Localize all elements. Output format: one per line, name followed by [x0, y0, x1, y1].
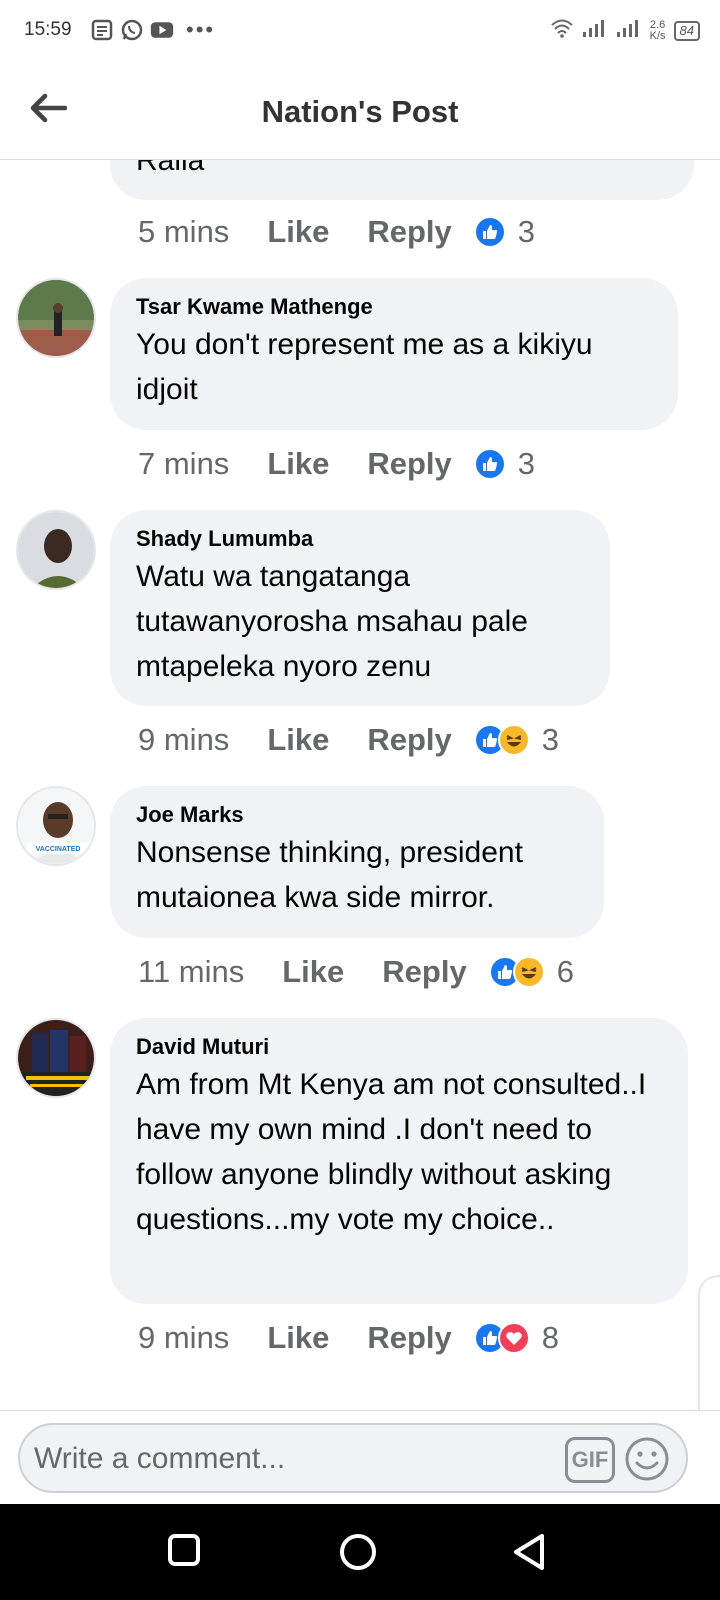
comments-list: Raila 5 mins Like Reply 3 Tsar Kwame Mat…: [0, 160, 720, 1410]
haha-reaction-icon: [512, 956, 545, 988]
comment-time[interactable]: 9 mins: [138, 1320, 229, 1356]
comment-bubble[interactable]: Shady Lumumba Watu wa tangatanga tutawan…: [110, 510, 610, 706]
notes-icon: [90, 18, 114, 42]
triangle-back-icon: [514, 1534, 544, 1570]
reaction-count: 6: [556, 954, 574, 989]
battery-level: 84: [673, 20, 700, 41]
battery-icon: 84: [673, 20, 700, 41]
avatar[interactable]: [16, 510, 96, 590]
avatar[interactable]: [16, 1018, 96, 1098]
status-system-icons: 2.6 K/s 84: [550, 18, 700, 43]
reply-button[interactable]: Reply: [367, 446, 451, 482]
comment-text: Nonsense thinking, president mutaionea k…: [136, 836, 523, 914]
app-header: Nation's Post: [0, 64, 720, 160]
reaction-count: 3: [517, 214, 536, 249]
reaction-count: 8: [541, 1320, 560, 1355]
haha-reaction-icon: [497, 724, 530, 756]
comment-author[interactable]: Tsar Kwame Mathenge: [136, 292, 652, 322]
comment-bubble[interactable]: Joe Marks Nonsense thinking, president m…: [110, 786, 604, 938]
comment-author[interactable]: David Muturi: [136, 1032, 662, 1062]
like-button[interactable]: Like: [267, 446, 329, 482]
comment-time[interactable]: 7 mins: [138, 446, 229, 482]
reaction-icons[interactable]: [473, 724, 530, 756]
reply-button[interactable]: Reply: [367, 722, 451, 758]
comment-text: Raila: [136, 160, 205, 177]
comment-composer: GIF: [18, 1423, 688, 1493]
signal-icon: [582, 18, 608, 43]
comment-text: Watu wa tangatanga tutawanyorosha msahau…: [136, 560, 528, 683]
square-icon: [168, 1534, 200, 1566]
page-title: Nation's Post: [261, 94, 459, 129]
system-navigation-bar: [0, 1504, 720, 1600]
comment-bubble[interactable]: Raila: [110, 160, 694, 200]
reply-button[interactable]: Reply: [367, 214, 451, 250]
comment-bubble[interactable]: Tsar Kwame Mathenge You don't represent …: [110, 278, 678, 430]
whatsapp-icon: [120, 18, 144, 42]
comment-actions: 7 mins Like Reply 3: [138, 444, 535, 484]
comment-actions: 9 mins Like Reply 3: [138, 720, 559, 760]
comment-actions: 9 mins Like Reply 8: [138, 1318, 559, 1358]
reaction-icons[interactable]: [473, 1322, 530, 1354]
comment-time[interactable]: 11 mins: [138, 954, 244, 990]
back-nav-button[interactable]: [510, 1532, 550, 1572]
like-button[interactable]: Like: [267, 1320, 329, 1356]
recents-button[interactable]: [166, 1532, 206, 1572]
vaccinated-badge-text: VACCINATED: [36, 846, 81, 853]
signal-icon: [616, 18, 642, 43]
comment-input[interactable]: [34, 1437, 534, 1481]
like-reaction-icon: [473, 216, 506, 248]
comment-text: You don't represent me as a kikiyu idjoi…: [136, 328, 593, 406]
comment-author[interactable]: Shady Lumumba: [136, 524, 584, 554]
network-speed-unit: K/s: [649, 29, 666, 42]
gif-button[interactable]: GIF: [565, 1437, 615, 1483]
like-button[interactable]: Like: [267, 722, 329, 758]
circle-icon: [340, 1534, 376, 1570]
youtube-icon: [150, 18, 174, 42]
avatar[interactable]: VACCINATED: [16, 786, 96, 866]
home-button[interactable]: [338, 1532, 378, 1572]
comment-text: Am from Mt Kenya am not consulted..I hav…: [136, 1068, 647, 1236]
reaction-count: 3: [517, 446, 536, 481]
like-button[interactable]: Like: [267, 214, 329, 250]
like-reaction-icon: [473, 448, 506, 480]
network-speed: 2.6 K/s: [649, 19, 666, 42]
comment-composer-bar: GIF: [0, 1410, 720, 1504]
status-time: 15:59: [24, 19, 72, 40]
gif-icon: GIF: [571, 1447, 609, 1472]
reaction-count: 3: [541, 722, 560, 757]
emoji-button[interactable]: [623, 1435, 671, 1483]
more-dots-icon: •••: [186, 17, 216, 42]
comment-actions: 5 mins Like Reply 3: [138, 212, 535, 252]
avatar[interactable]: [16, 278, 96, 358]
emoji-icon: [625, 1437, 669, 1481]
comment-time[interactable]: 5 mins: [138, 214, 229, 250]
comment-actions: 11 mins Like Reply 6: [138, 952, 574, 992]
reply-button[interactable]: Reply: [382, 954, 466, 990]
reply-button[interactable]: Reply: [367, 1320, 451, 1356]
comment-author[interactable]: Joe Marks: [136, 800, 578, 830]
status-bar: 15:59 ••• 2.6 K/s 84: [0, 0, 720, 64]
reaction-icons[interactable]: [488, 956, 545, 988]
like-button[interactable]: Like: [282, 954, 344, 990]
comment-bubble[interactable]: David Muturi Am from Mt Kenya am not con…: [110, 1018, 688, 1304]
love-reaction-icon: [497, 1322, 530, 1354]
wifi-icon: [550, 18, 574, 43]
reaction-icons[interactable]: [473, 216, 506, 248]
side-panel-edge[interactable]: [698, 1275, 720, 1410]
comment-time[interactable]: 9 mins: [138, 722, 229, 758]
reaction-icons[interactable]: [473, 448, 506, 480]
status-notification-icons: •••: [90, 18, 215, 42]
